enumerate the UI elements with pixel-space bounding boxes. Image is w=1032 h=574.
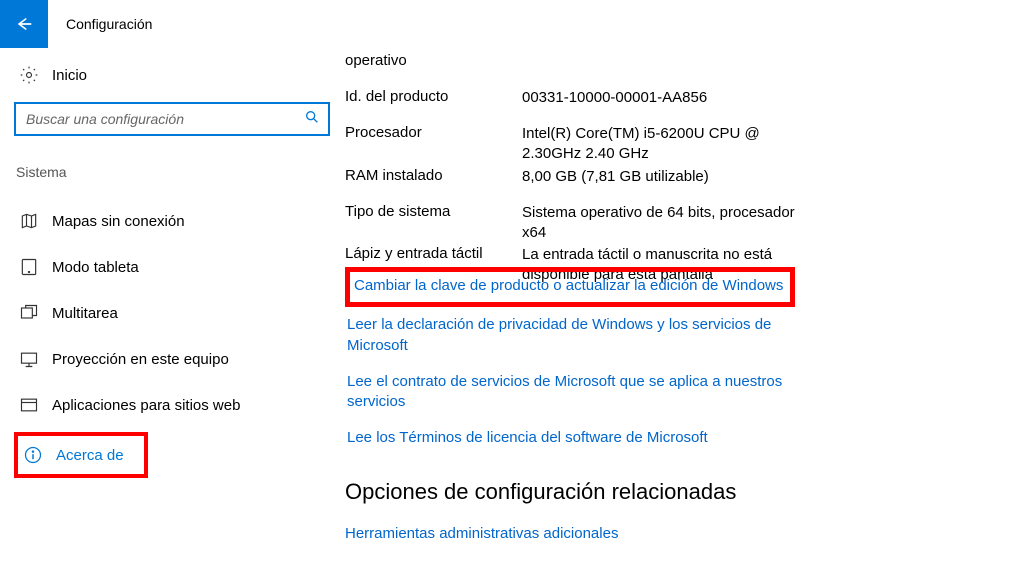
spec-key: Id. del producto xyxy=(345,88,522,105)
sidebar-item-label: Mapas sin conexión xyxy=(52,213,185,230)
project-icon xyxy=(18,349,40,369)
sidebar-item-tablet-mode[interactable]: Modo tableta xyxy=(14,248,345,286)
sidebar-item-label: Acerca de xyxy=(56,447,124,464)
sidebar-nav-list: Mapas sin conexión Modo tableta Multitar… xyxy=(14,202,345,478)
sidebar-item-multitasking[interactable]: Multitarea xyxy=(14,294,345,332)
app-title: Configuración xyxy=(66,16,152,32)
spec-row: operativo xyxy=(345,50,992,86)
multitask-icon xyxy=(18,303,40,323)
spec-row: Procesador Intel(R) Core(TM) i5-6200U CP… xyxy=(345,122,992,165)
sidebar-item-projecting[interactable]: Proyección en este equipo xyxy=(14,340,345,378)
sidebar-home-label: Inicio xyxy=(52,67,87,84)
spec-key: Procesador xyxy=(345,124,522,141)
spec-row: Tipo de sistema Sistema operativo de 64 … xyxy=(345,201,992,244)
spec-key: Lápiz y entrada táctil xyxy=(345,245,522,262)
link-admin-tools[interactable]: Herramientas administrativas adicionales xyxy=(345,525,992,542)
info-icon xyxy=(22,445,44,465)
sidebar-item-about[interactable]: Acerca de xyxy=(18,436,130,474)
related-settings-header: Opciones de configuración relacionadas xyxy=(345,479,992,505)
sidebar-item-offline-maps[interactable]: Mapas sin conexión xyxy=(14,202,345,240)
spec-key: Tipo de sistema xyxy=(345,203,522,220)
sidebar-home[interactable]: Inicio xyxy=(14,58,345,92)
sidebar-item-apps-for-websites[interactable]: Aplicaciones para sitios web xyxy=(14,386,345,424)
spec-key: RAM instalado xyxy=(345,167,522,184)
spec-value: Sistema operativo de 64 bits, procesador… xyxy=(522,203,822,244)
title-bar: Configuración xyxy=(0,0,1032,48)
highlight-about: Acerca de xyxy=(14,432,148,478)
search-input-container[interactable] xyxy=(14,102,330,136)
spec-row: Id. del producto 00331-10000-00001-AA856 xyxy=(345,86,992,122)
links-section: Cambiar la clave de producto o actualiza… xyxy=(345,267,992,457)
tablet-icon xyxy=(18,257,40,277)
sidebar-item-label: Multitarea xyxy=(52,305,118,322)
sidebar-item-label: Aplicaciones para sitios web xyxy=(52,397,240,414)
main-content: operativo Id. del producto 00331-10000-0… xyxy=(345,48,1032,574)
link-license-terms[interactable]: Lee los Términos de licencia del softwar… xyxy=(345,420,795,456)
spec-value: 8,00 GB (7,81 GB utilizable) xyxy=(522,167,709,187)
apps-websites-icon xyxy=(18,395,40,415)
link-services-agreement[interactable]: Lee el contrato de servicios de Microsof… xyxy=(345,364,795,421)
spec-value: Intel(R) Core(TM) i5-6200U CPU @ 2.30GHz… xyxy=(522,124,822,165)
sidebar-item-label: Modo tableta xyxy=(52,259,139,276)
back-arrow-icon xyxy=(14,14,34,34)
link-privacy[interactable]: Leer la declaración de privacidad de Win… xyxy=(345,307,795,364)
back-button[interactable] xyxy=(0,0,48,48)
system-specs: operativo Id. del producto 00331-10000-0… xyxy=(345,50,992,285)
sidebar-section-title: Sistema xyxy=(16,164,345,180)
gear-icon xyxy=(18,65,40,85)
sidebar: Inicio Sistema Mapas sin conexión Modo t… xyxy=(0,48,345,574)
map-icon xyxy=(18,211,40,231)
search-input[interactable] xyxy=(26,111,304,127)
spec-value: 00331-10000-00001-AA856 xyxy=(522,88,707,108)
spec-key: operativo xyxy=(345,52,522,69)
spec-row: RAM instalado 8,00 GB (7,81 GB utilizabl… xyxy=(345,165,992,201)
sidebar-item-label: Proyección en este equipo xyxy=(52,351,229,368)
search-icon xyxy=(304,109,320,130)
highlight-change-key: Cambiar la clave de producto o actualiza… xyxy=(345,267,795,307)
link-change-product-key[interactable]: Cambiar la clave de producto o actualiza… xyxy=(354,276,784,296)
